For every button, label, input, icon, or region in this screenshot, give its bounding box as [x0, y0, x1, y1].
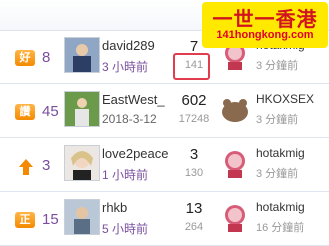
last-poster-avatar[interactable] — [218, 200, 252, 234]
avatar[interactable] — [64, 199, 100, 235]
avatar[interactable] — [64, 37, 100, 73]
view-count: 17248 — [178, 113, 210, 125]
watermark-title: 一世一香港 — [212, 9, 318, 31]
table-row[interactable]: 3 love2peace 1 小時前 3 130 hotakmig 3 分鐘前 — [0, 138, 329, 192]
last-post-time: 3 分鐘前 — [256, 168, 299, 180]
post-time: 3 小時前 — [102, 60, 149, 74]
author-name[interactable]: love2peace — [102, 146, 169, 161]
table-row[interactable]: 正 15 rhkb 5 小時前 13 264 hotakmig 16 分鐘前 — [0, 192, 329, 246]
arrow-up-icon — [18, 158, 34, 175]
avatar[interactable] — [64, 91, 100, 127]
avatar[interactable] — [64, 145, 100, 181]
rating-badge: 讚 — [15, 104, 35, 120]
watermark-url: 141hongkong.com — [216, 29, 314, 41]
post-time: 1 小時前 — [102, 168, 149, 182]
rating-badge: 好 — [15, 50, 35, 66]
last-poster-avatar[interactable] — [218, 146, 252, 180]
reply-count: 13 — [185, 200, 203, 217]
table-row[interactable]: 讚 45 EastWest_ 2018-3-12 602 17248 HKOXS… — [0, 84, 329, 138]
highlight-box — [173, 53, 210, 80]
view-count: 264 — [184, 221, 204, 233]
last-post-time: 3 分鐘前 — [256, 60, 299, 72]
watermark-logo: 一世一香港 141hongkong.com — [202, 2, 328, 48]
author-name[interactable]: rhkb — [102, 200, 127, 215]
last-poster-name[interactable]: hotakmig — [256, 200, 305, 214]
author-name[interactable]: EastWest_ — [102, 92, 165, 107]
post-time: 2018-3-12 — [102, 112, 157, 126]
view-count: 130 — [184, 167, 204, 179]
post-time: 5 小時前 — [102, 222, 149, 236]
last-post-time: 3 分鐘前 — [256, 114, 299, 126]
last-poster-name[interactable]: HKOXSEX — [256, 92, 314, 106]
author-name[interactable]: david289 — [102, 38, 155, 53]
last-post-time: 16 分鐘前 — [256, 222, 305, 234]
last-poster-name[interactable]: hotakmig — [256, 146, 305, 160]
rating-count: 3 — [42, 157, 51, 174]
rating-count: 45 — [42, 103, 59, 120]
rating-count: 15 — [42, 211, 59, 228]
rating-count: 8 — [42, 49, 51, 66]
reply-count: 602 — [181, 92, 207, 109]
rating-badge: 正 — [15, 212, 35, 228]
reply-count: 3 — [189, 146, 199, 163]
last-poster-avatar[interactable] — [218, 92, 252, 126]
